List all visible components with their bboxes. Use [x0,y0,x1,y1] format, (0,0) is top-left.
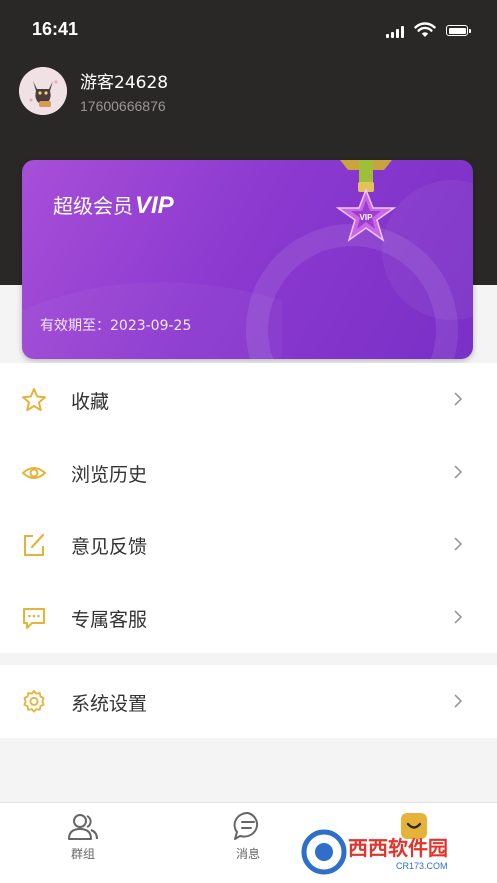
chevron-right-icon [454,464,463,479]
menu-item-label: 意见反馈 [71,536,148,558]
tab-label: 消息 [235,847,260,861]
edit-icon [24,533,45,556]
menu-item-label: 系统设置 [71,693,148,715]
vip-expiry-date: 有效期至：2023-09-25 [40,318,192,334]
menu-item-label: 专属客服 [71,608,148,631]
menu-item-label: 收藏 [71,391,110,413]
gear-icon [23,690,45,713]
cat-avatar-icon [19,67,67,115]
menu-item-settings[interactable]: 系统设置 [0,665,497,738]
star-icon [22,388,46,412]
chevron-right-icon [454,392,463,406]
wifi-icon [414,22,436,37]
chevron-right-icon [454,694,463,708]
menu-item-feedback[interactable]: 意见反馈 [0,508,497,581]
group-icon [68,814,98,840]
chevron-right-icon [454,537,463,551]
watermark-url: CR173.COM [396,861,448,871]
status-time: 16:41 [32,19,79,39]
menu-list: 收藏 浏览历史 意见反馈 专属客服 [0,363,497,653]
chat-icon [23,607,45,629]
watermark-logo: 西西软件园 CR173.COM [301,829,448,875]
eye-icon [21,466,47,479]
cellular-signal-icon [386,26,404,38]
vip-title: 超级会员VIP [53,192,174,219]
vip-title-emphasis: VIP [135,192,174,219]
settings-section: 系统设置 [0,665,497,738]
tab-label: 群组 [70,847,95,861]
avatar[interactable] [19,67,67,115]
menu-item-favorites[interactable]: 收藏 [0,363,497,436]
username: 游客24628 [80,73,169,93]
vip-membership-card[interactable]: 超级会员VIP VIP 有效期至：2023-09-25 [22,160,473,359]
tab-groups[interactable]: 群组 [43,811,123,862]
menu-item-customer-service[interactable]: 专属客服 [0,581,497,654]
menu-item-history[interactable]: 浏览历史 [0,436,497,509]
battery-icon [446,25,471,36]
vip-medal-icon: VIP [335,160,397,242]
tab-messages[interactable]: 消息 [208,811,288,862]
status-bar: 16:41 [0,0,497,60]
vip-medal-text: VIP [360,213,374,222]
phone-number: 17600666876 [80,98,166,114]
menu-item-label: 浏览历史 [71,463,148,486]
chevron-right-icon [454,609,463,624]
message-icon [233,811,259,840]
watermark-text: 西西软件园 [348,836,448,860]
